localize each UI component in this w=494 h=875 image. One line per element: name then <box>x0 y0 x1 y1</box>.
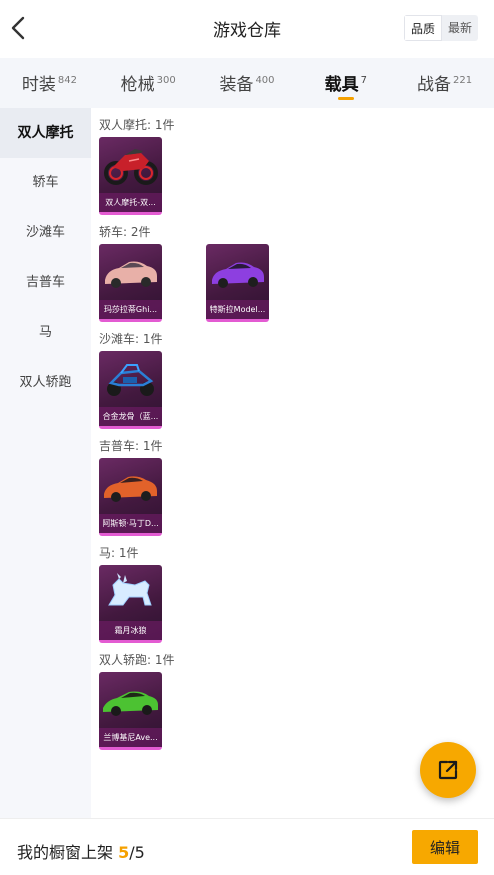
group-title: 双人轿跑: 1件 <box>99 653 175 667</box>
tab-count: 221 <box>453 75 473 86</box>
item-name: 阿斯顿·马丁D... <box>99 514 162 533</box>
group-title: 轿车: 2件 <box>99 225 151 239</box>
item-name: 合金龙骨（蓝... <box>99 407 162 426</box>
motorcycle-icon <box>99 137 162 195</box>
active-tab-indicator <box>337 97 354 100</box>
item-name: 双人摩托-双... <box>99 193 162 212</box>
share-button[interactable] <box>420 742 476 798</box>
showcase-label: 我的橱窗上架 <box>17 843 114 862</box>
share-icon <box>438 760 458 780</box>
item-card[interactable]: 玛莎拉蒂Ghi... <box>99 244 162 322</box>
tab-equipment[interactable]: 装备 400 <box>198 58 297 108</box>
tab-count: 7 <box>360 75 367 86</box>
green-supercar-icon <box>99 672 162 730</box>
item-card[interactable]: 霜月冰狼 <box>99 565 162 643</box>
tab-guns[interactable]: 枪械 300 <box>99 58 198 108</box>
sidebar-item-horse[interactable]: 马 <box>0 308 91 358</box>
pink-sedan-icon <box>99 244 162 302</box>
tab-count: 400 <box>255 75 275 86</box>
sidebar-item-beach-buggy[interactable]: 沙滩车 <box>0 208 91 258</box>
tab-label: 枪械 <box>120 75 155 95</box>
item-name: 特斯拉Model... <box>206 300 269 319</box>
item-card[interactable]: 阿斯顿·马丁D... <box>99 458 162 536</box>
sort-toggle: 品质 最新 <box>403 15 478 41</box>
top-bar: 游戏仓库 品质 最新 <box>0 0 494 58</box>
sidebar: 双人摩托 轿车 沙滩车 吉普车 马 双人轿跑 <box>0 108 91 818</box>
tab-count: 842 <box>57 75 77 86</box>
group-title: 吉普车: 1件 <box>99 439 163 453</box>
edit-button[interactable]: 编辑 <box>412 830 478 864</box>
group-title: 马: 1件 <box>99 546 139 560</box>
group-items: 霜月冰狼 <box>99 565 494 643</box>
orange-car-icon <box>99 458 162 516</box>
tab-label: 战备 <box>417 75 452 95</box>
item-card[interactable]: 特斯拉Model... <box>206 244 269 322</box>
tab-label: 载具 <box>324 75 359 95</box>
category-tabs: 时装 842 枪械 300 装备 400 载具 7 战备 221 <box>0 58 494 108</box>
bottom-bar: 我的橱窗上架 5/5 编辑 <box>0 818 494 875</box>
buggy-icon <box>99 351 162 409</box>
item-name: 兰博基尼Ave... <box>99 728 162 747</box>
tab-vehicles[interactable]: 载具 7 <box>296 58 395 108</box>
showcase-total-count: /5 <box>129 843 145 862</box>
group-items: 兰博基尼Ave... <box>99 672 494 750</box>
showcase-status: 我的橱窗上架 5/5 <box>17 839 145 863</box>
tab-count: 300 <box>156 75 176 86</box>
purple-sedan-icon <box>206 244 269 302</box>
sidebar-item-jeep[interactable]: 吉普车 <box>0 258 91 308</box>
tab-supplies[interactable]: 战备 221 <box>395 58 494 108</box>
item-card[interactable]: 兰博基尼Ave... <box>99 672 162 750</box>
tab-fashion[interactable]: 时装 842 <box>0 58 99 108</box>
group-title: 双人摩托: 1件 <box>99 118 175 132</box>
group-items: 合金龙骨（蓝... <box>99 351 494 429</box>
group-title: 沙滩车: 1件 <box>99 332 163 346</box>
item-list: 双人摩托: 1件 双人摩托-双... 轿车: 2件 玛莎拉蒂Ghi... 特斯拉… <box>91 108 494 818</box>
sort-newest-option[interactable]: 最新 <box>442 15 478 41</box>
sort-quality-option[interactable]: 品质 <box>403 15 442 41</box>
sidebar-item-sedan[interactable]: 轿车 <box>0 158 91 208</box>
item-card[interactable]: 双人摩托-双... <box>99 137 162 215</box>
item-name: 玛莎拉蒂Ghi... <box>99 300 162 319</box>
sidebar-item-two-seat-coupe[interactable]: 双人轿跑 <box>0 358 91 408</box>
group-items: 玛莎拉蒂Ghi... 特斯拉Model... <box>99 244 494 322</box>
group-items: 双人摩托-双... <box>99 137 494 215</box>
sidebar-item-two-seat-motorcycle[interactable]: 双人摩托 <box>0 108 91 158</box>
group-items: 阿斯顿·马丁D... <box>99 458 494 536</box>
tab-label: 装备 <box>219 75 254 95</box>
ice-wolf-icon <box>99 565 162 623</box>
tab-label: 时装 <box>21 75 56 95</box>
item-card[interactable]: 合金龙骨（蓝... <box>99 351 162 429</box>
item-name: 霜月冰狼 <box>99 621 162 640</box>
showcase-current-count: 5 <box>118 843 130 862</box>
